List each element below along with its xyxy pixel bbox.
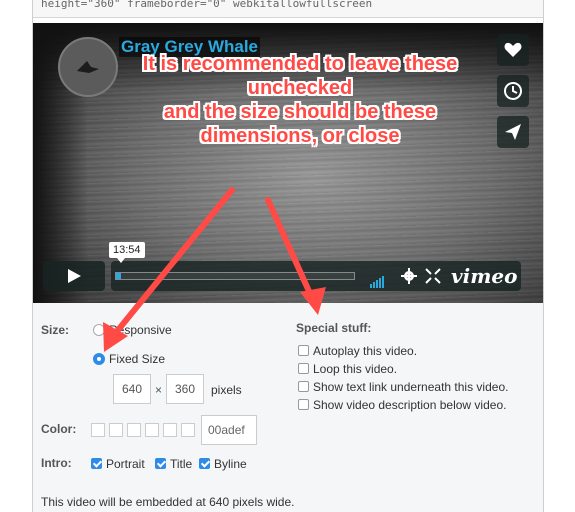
arrowhead-special [300, 287, 326, 315]
arrow-to-size [111, 187, 235, 338]
annotation-arrows [103, 187, 326, 352]
arrow-to-special [265, 197, 315, 301]
